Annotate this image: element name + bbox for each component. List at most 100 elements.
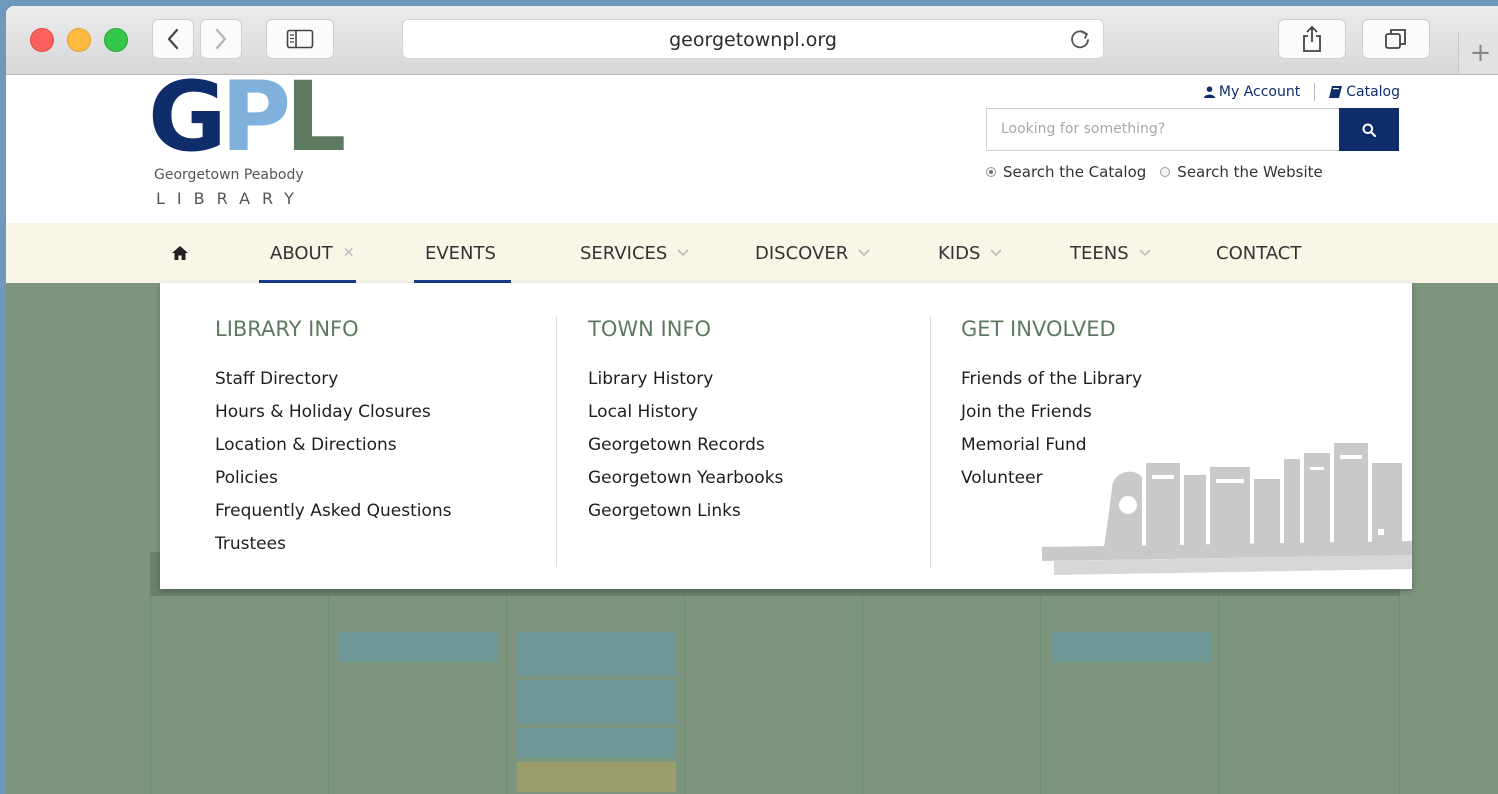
url-text: georgetownpl.org — [669, 29, 837, 51]
calendar-event[interactable] — [517, 762, 676, 792]
calendar-day — [1218, 596, 1400, 794]
menu-link[interactable]: Staff Directory — [215, 363, 452, 396]
nav-home[interactable] — [172, 223, 188, 283]
chevron-left-icon — [167, 28, 179, 50]
my-account-label: My Account — [1218, 84, 1301, 100]
catalog-label: Catalog — [1346, 84, 1400, 100]
tabs-icon — [1385, 29, 1406, 49]
nav-contact-label: CONTACT — [1216, 242, 1302, 264]
calendar-event[interactable] — [517, 728, 676, 758]
nav-kids-label: KIDS — [938, 242, 981, 264]
menu-link[interactable]: Location & Directions — [215, 429, 452, 462]
back-button[interactable] — [152, 19, 194, 59]
nav-services-label: SERVICES — [580, 242, 668, 264]
nav-discover[interactable]: DISCOVER — [755, 223, 870, 283]
logo-letter-l: L — [285, 61, 346, 173]
utility-divider — [1314, 83, 1316, 101]
menu-column-library-info: LIBRARY INFO Staff Directory Hours & Hol… — [215, 317, 452, 561]
radio-selected-icon — [986, 167, 996, 177]
nav-kids[interactable]: KIDS — [938, 223, 1002, 283]
sidebar-button[interactable] — [266, 19, 334, 59]
chevron-down-icon — [1139, 249, 1151, 257]
bookshelf-illustration — [1042, 443, 1412, 575]
menu-link[interactable]: Policies — [215, 462, 452, 495]
share-button[interactable] — [1278, 19, 1346, 59]
menu-link[interactable]: Georgetown Yearbooks — [588, 462, 783, 495]
nav-events[interactable]: EVENTS — [425, 223, 496, 283]
calendar-day — [862, 596, 1041, 794]
search-website-label: Search the Website — [1177, 163, 1323, 181]
menu-link[interactable]: Frequently Asked Questions — [215, 495, 452, 528]
radio-empty-icon — [1160, 167, 1171, 177]
nav-about-label: ABOUT — [270, 242, 333, 264]
logo-library-word: LIBRARY — [156, 189, 306, 208]
main-navigation: ABOUT ✕ EVENTS SERVICES DISCOVER KIDS TE… — [6, 223, 1498, 283]
menu-link[interactable]: Trustees — [215, 528, 452, 561]
calendar-event[interactable] — [338, 632, 497, 662]
search-website-radio[interactable]: Search the Website — [1160, 163, 1323, 181]
menu-column-title: LIBRARY INFO — [215, 317, 359, 341]
chevron-down-icon — [858, 249, 870, 257]
menu-column-title: GET INVOLVED — [961, 317, 1116, 341]
calendar-day — [1040, 596, 1219, 794]
user-icon — [1203, 86, 1215, 98]
chevron-down-icon — [990, 249, 1002, 257]
about-mega-menu: LIBRARY INFO Staff Directory Hours & Hol… — [160, 283, 1412, 589]
menu-link[interactable]: Georgetown Records — [588, 429, 783, 462]
nav-teens-label: TEENS — [1070, 242, 1129, 264]
new-tab-button[interactable]: + — [1458, 32, 1498, 74]
calendar-event[interactable] — [517, 632, 676, 676]
calendar-day — [150, 596, 329, 794]
logo-subtitle: Georgetown Peabody — [154, 167, 304, 183]
tabs-overview-button[interactable] — [1362, 19, 1430, 59]
logo-letters: GPL — [148, 69, 346, 165]
book-icon — [1329, 86, 1343, 98]
close-window-button[interactable] — [30, 28, 54, 52]
search-icon — [1362, 123, 1376, 137]
menu-link[interactable]: Local History — [588, 396, 783, 429]
menu-column-divider — [930, 317, 931, 567]
search-field[interactable] — [986, 108, 1345, 151]
my-account-link[interactable]: My Account — [1203, 84, 1301, 100]
minimize-window-button[interactable] — [67, 28, 91, 52]
browser-window: georgetownpl.org + GPL Georgetown Peabod… — [6, 6, 1498, 794]
nav-teens[interactable]: TEENS — [1070, 223, 1151, 283]
menu-link[interactable]: Georgetown Links — [588, 495, 783, 528]
search-catalog-radio[interactable]: Search the Catalog — [986, 163, 1146, 181]
forward-button[interactable] — [200, 19, 242, 59]
logo-letter-g: G — [148, 61, 227, 173]
zoom-window-button[interactable] — [104, 28, 128, 52]
chevron-right-icon — [215, 28, 227, 50]
menu-column-divider — [556, 317, 557, 567]
catalog-link[interactable]: Catalog — [1329, 84, 1400, 100]
search-scope-options: Search the Catalog Search the Website — [986, 163, 1337, 181]
nav-discover-label: DISCOVER — [755, 242, 849, 264]
calendar-event[interactable] — [1052, 632, 1211, 662]
chevron-down-icon — [677, 249, 689, 257]
logo-letter-p: P — [220, 61, 291, 173]
nav-services[interactable]: SERVICES — [580, 223, 689, 283]
reload-icon[interactable] — [1069, 28, 1091, 50]
menu-link[interactable]: Friends of the Library — [961, 363, 1142, 396]
calendar-event[interactable] — [517, 680, 676, 724]
menu-column-town-info: TOWN INFO Library History Local History … — [588, 317, 783, 528]
menu-link[interactable]: Hours & Holiday Closures — [215, 396, 452, 429]
share-icon — [1303, 26, 1321, 52]
calendar-day — [328, 596, 507, 794]
site-header: GPL Georgetown Peabody LIBRARY My Accoun… — [6, 69, 1498, 223]
nav-contact[interactable]: CONTACT — [1216, 223, 1301, 283]
search-input[interactable] — [987, 109, 1345, 148]
nav-events-label: EVENTS — [425, 242, 496, 264]
nav-about[interactable]: ABOUT ✕ — [270, 223, 354, 283]
home-icon — [172, 246, 188, 260]
menu-column-title: TOWN INFO — [588, 317, 712, 341]
library-logo[interactable]: GPL Georgetown Peabody LIBRARY — [148, 69, 346, 215]
calendar-day — [684, 596, 863, 794]
menu-link[interactable]: Library History — [588, 363, 783, 396]
search-button[interactable] — [1339, 108, 1399, 151]
search-catalog-label: Search the Catalog — [1003, 163, 1147, 181]
utility-links: My Account Catalog — [1203, 83, 1400, 101]
close-icon: ✕ — [342, 245, 355, 261]
sidebar-icon — [286, 29, 314, 49]
address-bar[interactable]: georgetownpl.org — [402, 19, 1104, 59]
